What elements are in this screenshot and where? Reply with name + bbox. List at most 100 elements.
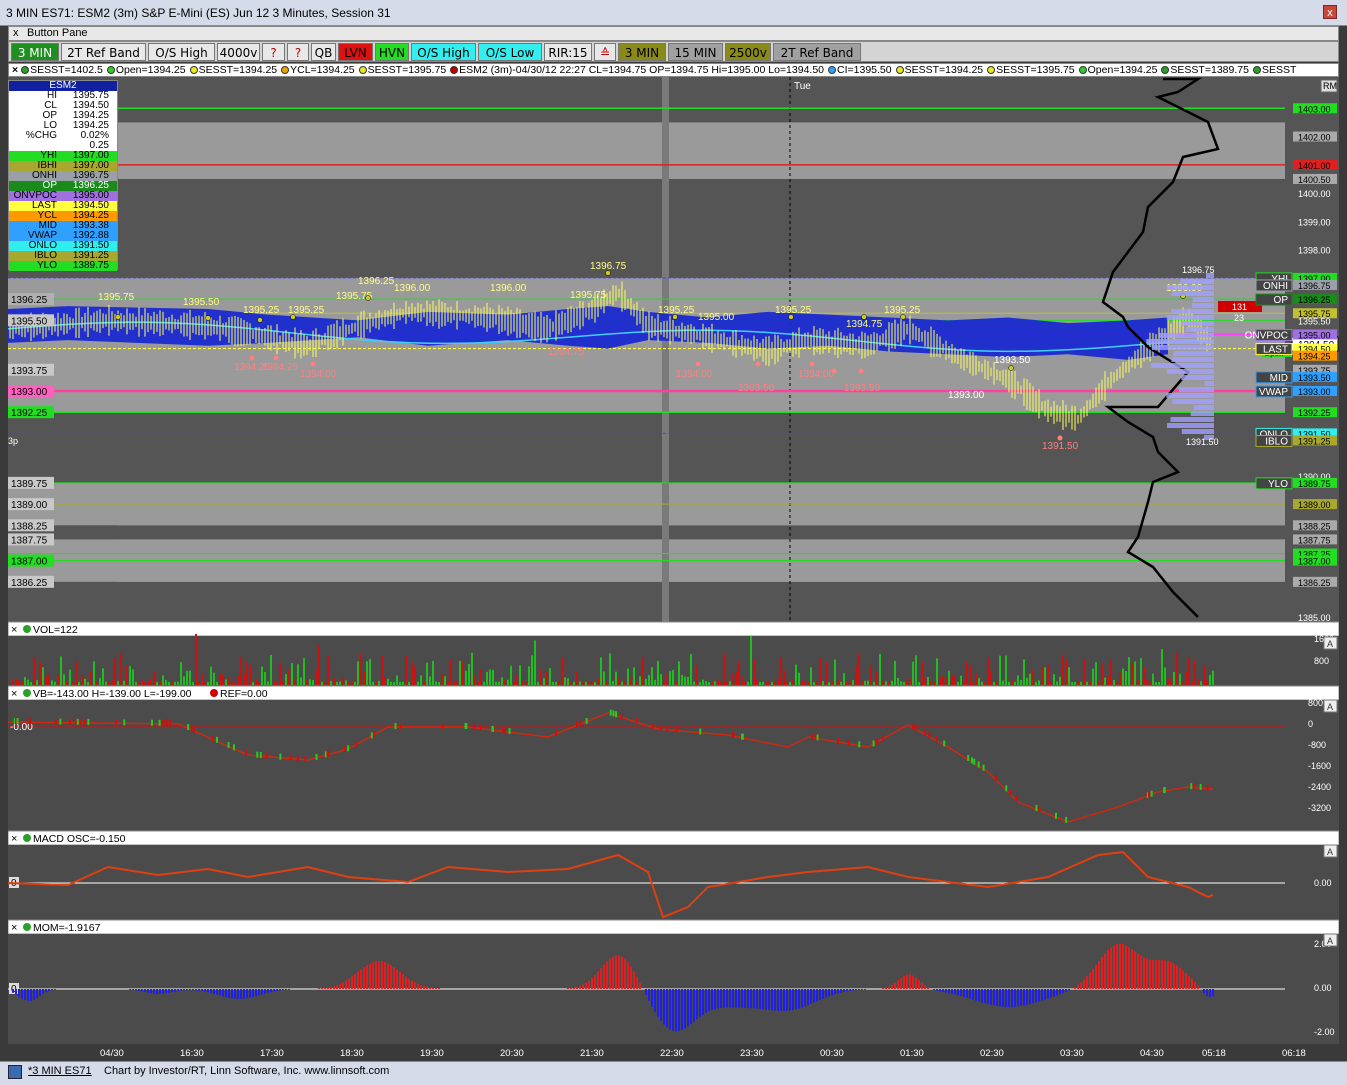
volume-bar: [1200, 681, 1202, 685]
volume-bar: [42, 667, 44, 685]
mom-bar: [426, 986, 428, 989]
toolbar-button-12[interactable]: ≙: [594, 43, 616, 61]
volume-bar: [816, 680, 818, 685]
mom-bar: [180, 989, 182, 991]
toolbar-button-5[interactable]: ?: [287, 43, 309, 61]
mom-bar: [852, 989, 854, 991]
vb-candle: [1192, 783, 1195, 790]
mom-bar: [828, 989, 830, 997]
mom-bar: [1104, 953, 1106, 989]
mom-bar: [708, 989, 710, 1012]
toolbar-button-13[interactable]: 3 MIN: [618, 43, 666, 61]
vb-candle: [699, 728, 702, 735]
mom-bar: [834, 989, 836, 995]
volume-bar: [762, 681, 764, 685]
level-tag-label: ONVPOC: [1245, 330, 1288, 341]
mom-bar: [1038, 989, 1040, 1002]
volume-bar: [702, 679, 704, 685]
status-item: SESST=1389.75: [1161, 64, 1249, 76]
toolbar-button-2[interactable]: O/S High: [148, 43, 215, 61]
volume-bar: [171, 681, 173, 685]
mom-bar: [129, 989, 131, 990]
vb-candle: [190, 725, 193, 732]
close-icon[interactable]: x: [1323, 5, 1337, 19]
chart-canvas[interactable]: 1395.75 1395.50 1395.25 1395.25 1395.75 1396.…: [7, 77, 1340, 1044]
mom-bar: [1035, 989, 1037, 1003]
volume-bar: [588, 681, 590, 685]
mom-bar: [1119, 943, 1121, 989]
mom-bar: [363, 967, 365, 989]
volume-bar: [1182, 681, 1184, 685]
toolbar-button-11[interactable]: RIR:15: [544, 43, 592, 61]
volume-bar: [1050, 681, 1052, 685]
toolbar-button-8[interactable]: HVN: [375, 43, 409, 61]
vol-axis-label: 800: [1314, 656, 1329, 666]
bar-marker-dot: [273, 355, 279, 361]
vb-candle: [858, 741, 861, 748]
mom-bar: [741, 989, 743, 1008]
toolbar-button-16[interactable]: 2T Ref Band: [773, 43, 861, 61]
volume-bar: [675, 681, 677, 685]
volume-bar: [954, 675, 956, 685]
volume-bar: [309, 679, 311, 685]
profile-bar: [1204, 381, 1214, 386]
mom-bar: [1128, 946, 1130, 989]
bar-marker-dot: [205, 315, 211, 321]
close-pane-icon[interactable]: x: [13, 27, 19, 39]
toolbar-button-1[interactable]: 2T Ref Band: [61, 43, 146, 61]
vb-candle: [79, 718, 82, 725]
mom-bar: [1179, 967, 1181, 989]
toolbar-button-0[interactable]: 3 MIN: [11, 43, 59, 61]
volume-bar: [858, 653, 860, 685]
toolbar-button-9[interactable]: O/S High: [411, 43, 476, 61]
mom-bar: [234, 989, 236, 999]
volume-bar: [48, 674, 50, 685]
mom-bar: [627, 962, 629, 989]
toolbar-button-4[interactable]: ?: [262, 43, 285, 61]
volume-bar: [462, 661, 464, 685]
mom-bar: [597, 971, 599, 989]
toolbar-button-3[interactable]: 4000v: [217, 43, 260, 61]
mom-bar: [288, 989, 290, 990]
volume-bar: [720, 681, 722, 685]
mom-bar: [1095, 964, 1097, 989]
volume-bar: [219, 673, 221, 685]
vb-candle: [344, 746, 347, 753]
toolbar-button-6[interactable]: QB: [311, 43, 336, 61]
vb-candle: [620, 712, 623, 719]
mom-bar: [570, 988, 572, 989]
mom-bar: [18, 989, 20, 997]
toolbar-button-10[interactable]: O/S Low: [478, 43, 542, 61]
status-item: YCL=1394.25: [281, 64, 355, 76]
mom-bar: [1146, 958, 1148, 989]
volume-bar: [1191, 681, 1193, 685]
quote-legend: ESM2 HI 1395.75 CL 1394.50 OP 1394.25 LO 1394.2…: [8, 80, 118, 271]
volume-bar: [909, 678, 911, 685]
mom-bar: [579, 985, 581, 989]
mom-bar: [1191, 978, 1193, 989]
mom-bar: [246, 989, 248, 999]
profile-bar: [1166, 315, 1214, 320]
chart-area[interactable]: 1395.75 1395.50 1395.25 1395.25 1395.75 1396.…: [7, 77, 1340, 1044]
volume-bar: [1071, 681, 1073, 685]
toolbar-button-7[interactable]: LVN: [338, 43, 373, 61]
vb-candle: [158, 719, 161, 726]
status-text: SESST=1394.25: [904, 64, 984, 76]
mom-bar: [585, 982, 587, 989]
mom-bar: [1032, 989, 1034, 1004]
volume-bar: [405, 655, 407, 685]
volume-bar: [849, 680, 851, 685]
mom-bar: [747, 989, 749, 1009]
mom-bar: [183, 989, 185, 991]
close-icon[interactable]: ×: [12, 64, 18, 76]
volume-bar: [342, 677, 344, 685]
chart-tab[interactable]: *3 MIN ES71: [28, 1065, 92, 1077]
profile-bar: [1180, 279, 1214, 284]
mom-bar: [237, 989, 239, 999]
volume-bar: [552, 681, 554, 685]
vb-axis-label: 0: [1308, 719, 1313, 729]
status-text: SESST=1389.75: [1170, 64, 1249, 76]
toolbar-button-15[interactable]: 2500v: [725, 43, 771, 61]
toolbar-button-14[interactable]: 15 MIN: [668, 43, 723, 61]
vb-candle: [83, 718, 86, 725]
